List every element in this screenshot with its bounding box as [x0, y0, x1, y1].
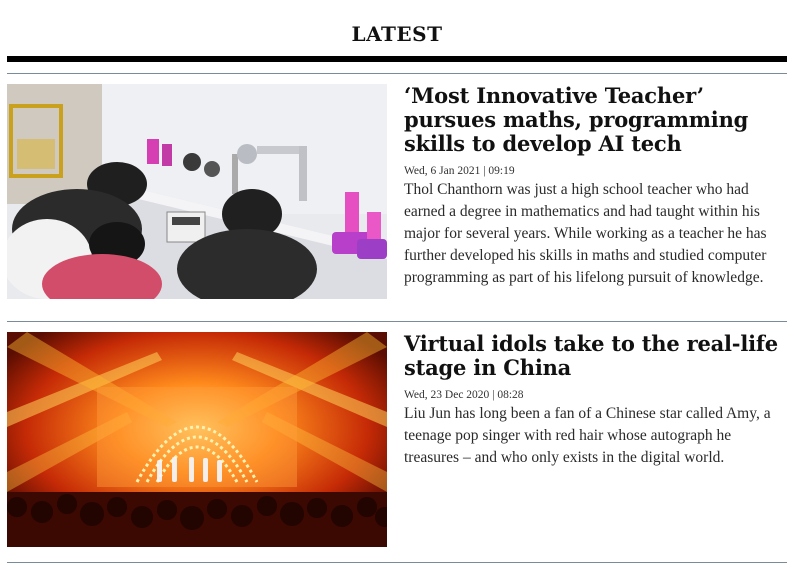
title-rule — [7, 56, 787, 62]
article-date: Wed, 6 Jan 2021 | 09:19 — [404, 165, 515, 177]
divider — [7, 321, 787, 322]
article-image[interactable] — [7, 332, 387, 547]
article-date: Wed, 23 Dec 2020 | 08:28 — [404, 389, 524, 401]
article-text: ‘Most Innovative Teacher’ pursues maths,… — [404, 84, 787, 289]
divider — [7, 562, 787, 563]
article-summary: Thol Chanthorn was just a high school te… — [404, 181, 767, 286]
article-headline[interactable]: ‘Most Innovative Teacher’ pursues maths,… — [404, 84, 787, 156]
article-text: Virtual idols take to the real-life stag… — [404, 332, 787, 469]
divider — [7, 73, 787, 74]
article-card: ‘Most Innovative Teacher’ pursues maths,… — [7, 84, 787, 314]
article-card: Virtual idols take to the real-life stag… — [7, 332, 787, 552]
article-image[interactable] — [7, 84, 387, 299]
section-title: LATEST — [351, 22, 443, 46]
latest-news-section: LATEST ‘Most Innovative Teacher’ pursues… — [0, 0, 794, 571]
article-summary: Liu Jun has long been a fan of a Chinese… — [404, 405, 771, 466]
article-headline[interactable]: Virtual idols take to the real-life stag… — [404, 332, 787, 380]
